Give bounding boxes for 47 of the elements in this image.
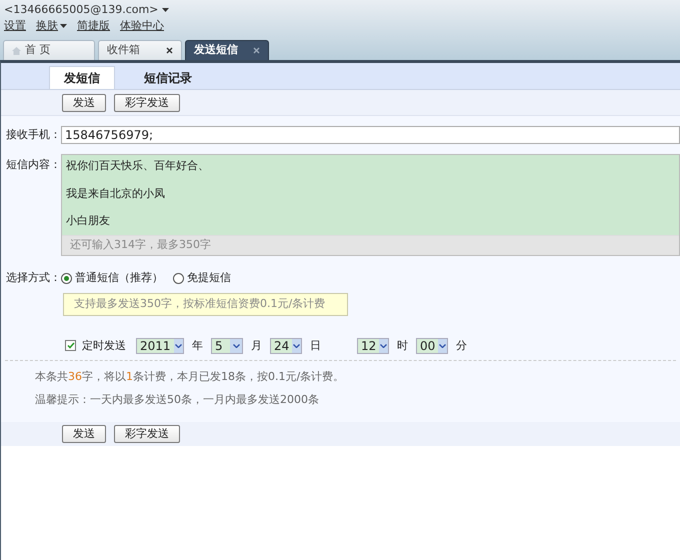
select-dropdown[interactable]: 00: [416, 338, 448, 354]
nav-link[interactable]: 换肤: [36, 18, 67, 34]
tab[interactable]: 收件箱: [98, 40, 182, 60]
send-button[interactable]: 发送: [62, 94, 106, 112]
unit-label: 日: [310, 338, 321, 354]
home-icon: [12, 46, 21, 54]
nav-link[interactable]: 体验中心: [120, 18, 164, 34]
select-dropdown[interactable]: 12: [357, 338, 389, 354]
select-dropdown[interactable]: 5: [211, 338, 243, 354]
field-label: 选择方式：: [5, 270, 61, 286]
unit-label: 月: [251, 338, 262, 354]
send-button[interactable]: 彩字发送: [114, 94, 180, 112]
radio-button[interactable]: [173, 272, 184, 284]
radio-option[interactable]: 普通短信（推荐）: [61, 270, 163, 286]
send-button[interactable]: 发送: [62, 425, 106, 443]
unit-label: 分: [456, 338, 467, 354]
unit-label: 年: [192, 338, 203, 354]
unit-label: 时: [397, 338, 408, 354]
summary-text: 本条共36字，将以1条计费，本月已发18条，按0.1元/条计费。: [34, 369, 346, 385]
recipient-field[interactable]: 15846756979;: [61, 126, 680, 144]
tooltip: 支持最多发送350字，按标准短信资费0.1元/条计费: [63, 292, 348, 316]
sub-tab[interactable]: 发短信: [49, 66, 115, 89]
caret-icon: [439, 344, 446, 348]
field-label: 短信内容：: [5, 157, 61, 173]
tab[interactable]: 首 页: [3, 40, 95, 60]
caret-icon: [174, 344, 182, 348]
radio-option[interactable]: 免提短信: [173, 270, 231, 286]
caret-icon[interactable]: [162, 8, 170, 12]
sub-tab[interactable]: 短信记录: [135, 66, 201, 89]
radio-button[interactable]: [61, 272, 72, 284]
select-dropdown[interactable]: 24: [270, 338, 302, 354]
caret-icon: [380, 344, 388, 348]
nav-link[interactable]: 设置: [4, 18, 26, 34]
field-label: 接收手机：: [5, 126, 61, 143]
hint-text: 温馨提示：一天内最多发送50条，一月内最多发送2000条: [34, 392, 320, 408]
caret-icon: [293, 344, 300, 348]
account-email: <13466665005@139.com>: [4, 2, 158, 18]
send-button[interactable]: 彩字发送: [114, 425, 180, 443]
character-counter: 还可输入314字，最多350字: [70, 237, 211, 254]
close-icon[interactable]: [166, 47, 173, 54]
checkbox[interactable]: [65, 340, 76, 352]
caret-icon: [60, 24, 67, 28]
tab[interactable]: 发送短信: [185, 40, 269, 60]
select-dropdown[interactable]: 2011: [136, 338, 184, 354]
checkbox-label: 定时发送: [82, 338, 126, 354]
caret-icon: [232, 344, 240, 348]
message-textarea[interactable]: 祝你们百天快乐、百年好合、 我是来自北京的小凤 小白朋友: [62, 155, 679, 235]
